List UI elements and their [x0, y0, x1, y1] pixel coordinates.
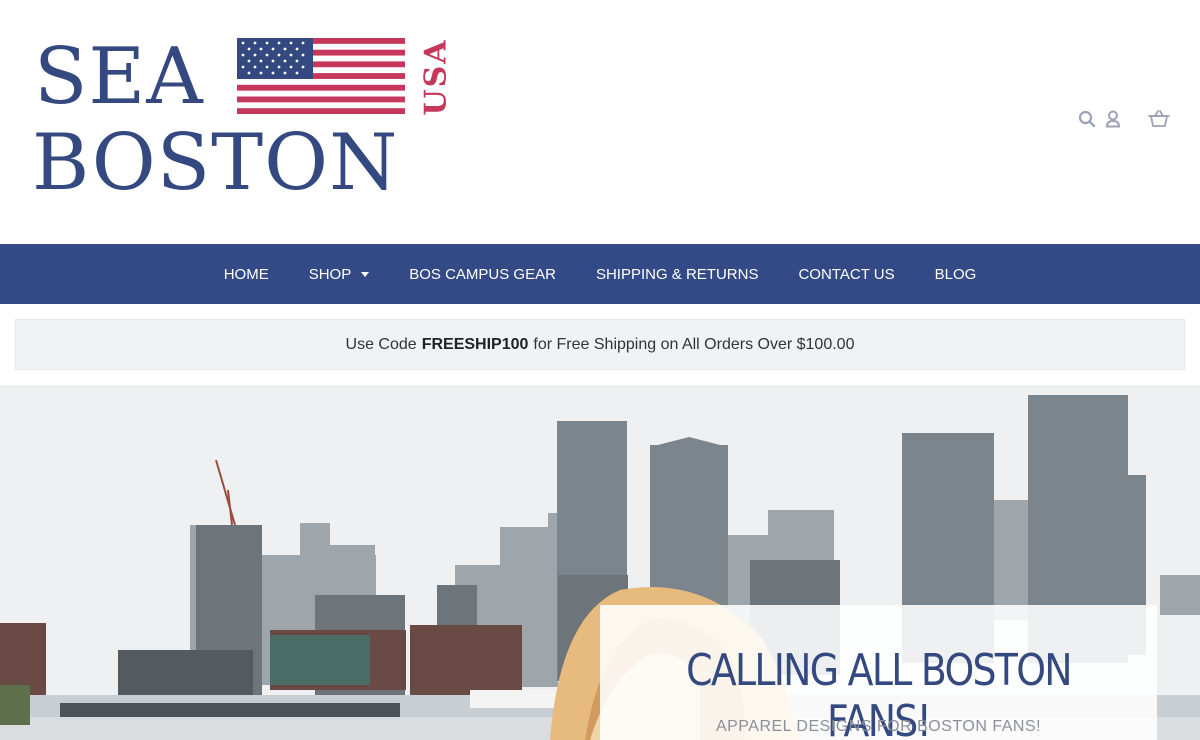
logo-usa-label: USA: [418, 38, 454, 116]
chevron-down-icon: [361, 271, 370, 277]
logo-text-sea: SEA: [34, 32, 204, 122]
nav-item-home[interactable]: HOME: [204, 266, 289, 283]
nav-item-label: BOS CAMPUS GEAR: [409, 265, 556, 283]
nav-item-blog[interactable]: BLOG: [915, 266, 997, 283]
nav-item-label: SHIPPING & RETURNS: [595, 265, 759, 283]
nav-item-label: HOME: [223, 265, 269, 283]
nav-item-label: SHOP: [308, 265, 352, 283]
account-icon[interactable]: [1102, 108, 1124, 130]
promo-prefix: Use Code: [345, 335, 417, 353]
nav-item-shipping-returns[interactable]: SHIPPING & RETURNS: [576, 266, 779, 283]
cart-icon[interactable]: [1148, 108, 1170, 130]
nav-item-bos-campus-gear[interactable]: BOS CAMPUS GEAR: [389, 266, 576, 283]
header-icons: [1076, 108, 1170, 130]
us-flag-icon: [237, 38, 405, 114]
nav-item-label: CONTACT US: [798, 265, 895, 283]
hero-subtitle: APPAREL DESIGNS FOR BOSTON FANS!: [715, 718, 1042, 735]
promo-banner: Use Code FREESHIP100 for Free Shipping o…: [15, 319, 1185, 370]
nav-item-shop[interactable]: SHOP: [289, 266, 390, 283]
main-nav: HOME SHOP BOS CAMPUS GEAR SHIPPING & RET…: [0, 244, 1200, 304]
site-header: SEA USA BOSTON: [0, 0, 1200, 244]
nav-item-contact-us[interactable]: CONTACT US: [778, 266, 914, 283]
hero-banner: CALLING ALL BOSTON FANS! APPAREL DESIGNS…: [0, 385, 1200, 740]
search-icon[interactable]: [1076, 108, 1098, 130]
logo-text-boston: BOSTON: [32, 118, 399, 208]
nav-item-label: BLOG: [934, 265, 977, 283]
promo-code: FREESHIP100: [421, 335, 529, 353]
promo-suffix: for Free Shipping on All Orders Over $10…: [533, 335, 855, 353]
hero-card: CALLING ALL BOSTON FANS! APPAREL DESIGNS…: [600, 605, 1157, 740]
logo-text-usa: USA: [418, 34, 454, 120]
site-logo[interactable]: SEA USA BOSTON: [30, 30, 460, 210]
